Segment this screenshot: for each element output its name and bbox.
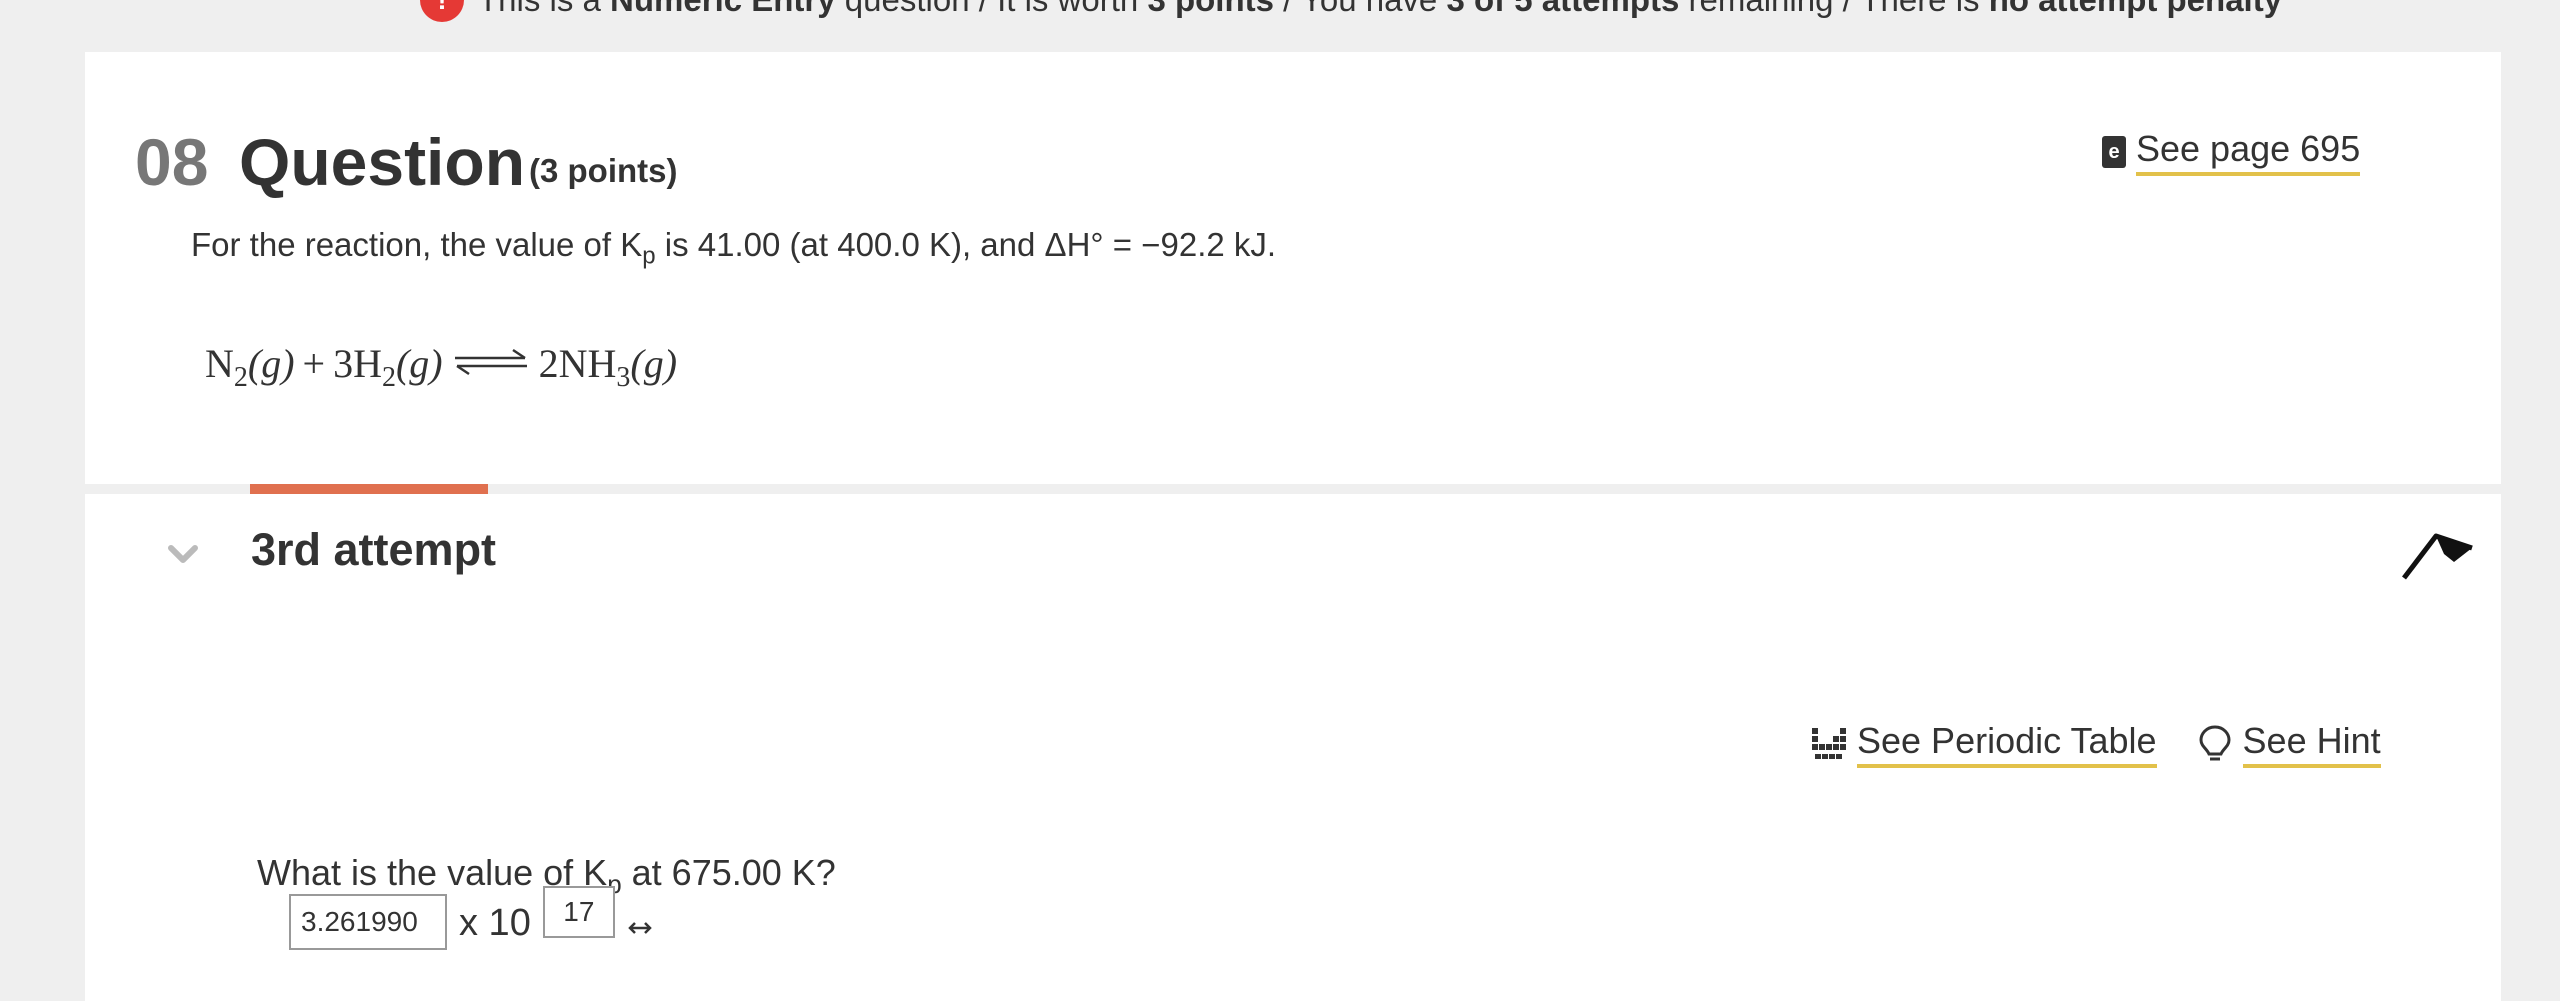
- attempt-info-banner: ! This is a Numeric Entry question / It …: [0, 0, 2560, 52]
- attempt-title[interactable]: 3rd attempt: [251, 524, 496, 576]
- ebook-icon: e: [2102, 136, 2126, 168]
- answer-exponent-input[interactable]: [542, 886, 615, 938]
- tools-bar: See Periodic Table See Hint: [1811, 720, 2381, 768]
- chevron-down-icon[interactable]: [165, 536, 201, 572]
- answer-mantissa-input[interactable]: [289, 894, 447, 950]
- question-title: Question: [239, 125, 526, 199]
- see-page-link[interactable]: e See page 695: [2102, 128, 2361, 176]
- banner-text: This is a Numeric Entry question / It is…: [478, 0, 2282, 19]
- see-periodic-table-link[interactable]: See Periodic Table: [1811, 720, 2157, 768]
- hint-label: See Hint: [2242, 720, 2381, 768]
- flag-icon[interactable]: [2400, 524, 2476, 582]
- see-hint-link[interactable]: See Hint: [2197, 720, 2381, 768]
- answer-row: x 10: [289, 886, 653, 950]
- periodic-table-icon: [1812, 728, 1846, 759]
- active-attempt-indicator: [250, 484, 488, 494]
- question-card: 08 Question (3 points) e See page 695 Fo…: [85, 52, 2501, 484]
- question-points: (3 points): [529, 152, 678, 189]
- attempt-card: 3rd attempt See Periodic Table See Hint …: [85, 494, 2501, 1001]
- equilibrium-arrow-icon: [454, 348, 527, 376]
- alert-icon: !: [420, 0, 464, 22]
- question-prompt: For the reaction, the value of Kp is 41.…: [191, 226, 1277, 270]
- periodic-table-label: See Periodic Table: [1857, 720, 2157, 768]
- resize-arrows-icon[interactable]: [627, 918, 653, 938]
- times-ten-label: x 10: [459, 902, 531, 944]
- lightbulb-icon: [2199, 725, 2231, 761]
- question-number: 08: [135, 125, 209, 199]
- chemical-equation: N2(g) + 3H2(g) 2NH3(g): [205, 341, 678, 393]
- see-page-label: See page 695: [2136, 128, 2361, 176]
